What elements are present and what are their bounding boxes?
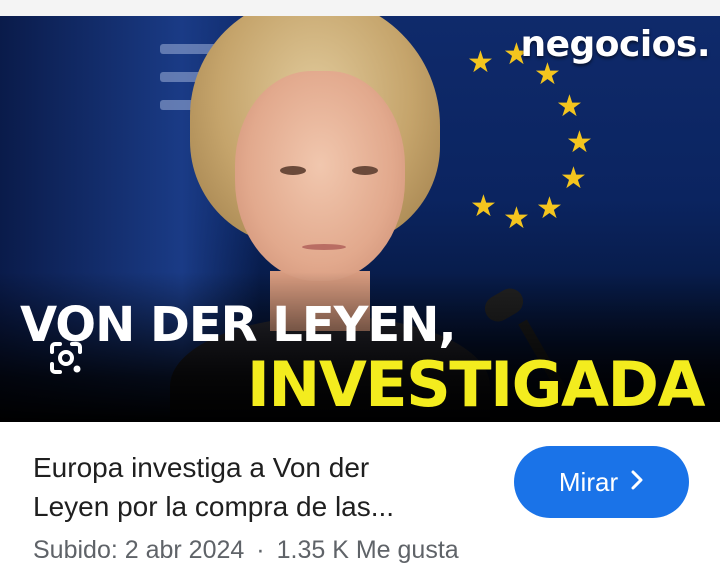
- watch-button-label: Mirar: [558, 466, 619, 497]
- like-count: 1.35 K Me gusta: [276, 536, 459, 564]
- eu-star-icon: ★: [566, 126, 593, 159]
- eu-star-icon: ★: [560, 162, 587, 195]
- meta-separator: ·: [256, 536, 265, 564]
- brand-logo: negocios.: [520, 24, 710, 65]
- video-result-card[interactable]: ★ ★ ★ ★ ★ ★ ★ ★ ★ negocios. VON DER LEYE…: [0, 0, 720, 579]
- thumbnail-headline-line2: INVESTIGADA: [246, 348, 706, 421]
- video-thumbnail[interactable]: ★ ★ ★ ★ ★ ★ ★ ★ ★ negocios. VON DER LEYE…: [0, 16, 720, 422]
- top-strip: [0, 0, 720, 16]
- image-search-icon[interactable]: [44, 336, 88, 380]
- video-title-line1: Europa investiga a Von der: [33, 452, 370, 483]
- speaker-eye: [352, 166, 378, 175]
- video-title[interactable]: Europa investiga a Von der Leyen por la …: [33, 448, 463, 526]
- watch-button[interactable]: Mirar: [514, 446, 689, 518]
- speaker-mouth: [302, 244, 346, 250]
- video-meta: Subido: 2 abr 2024 · 1.35 K Me gusta: [33, 536, 459, 565]
- eu-star-icon: ★: [556, 90, 583, 123]
- eu-star-icon: ★: [503, 202, 530, 235]
- chevron-right-icon: [630, 467, 644, 498]
- upload-date: Subido: 2 abr 2024: [33, 536, 245, 564]
- speaker-eye: [280, 166, 306, 175]
- eu-star-icon: ★: [536, 192, 563, 225]
- video-title-line2: Leyen por la compra de las...: [33, 491, 395, 522]
